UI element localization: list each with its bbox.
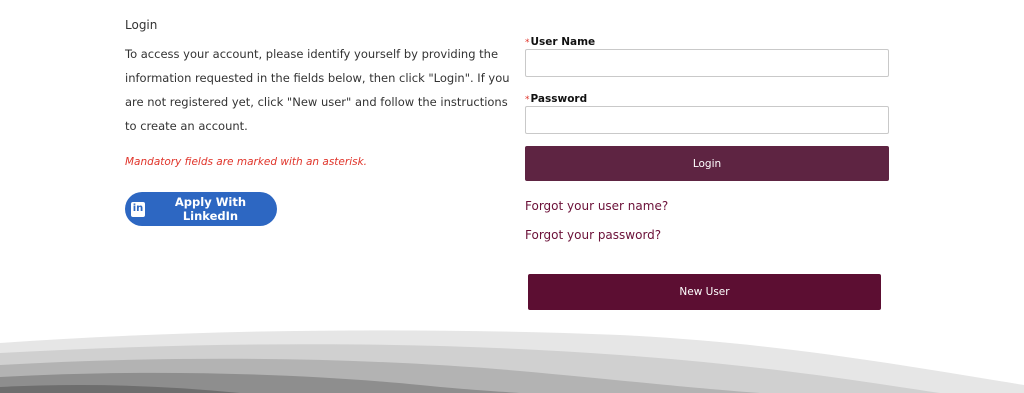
username-label-text: User Name <box>530 36 596 48</box>
login-page: Login To access your account, please ide… <box>0 0 1024 393</box>
required-asterisk: * <box>525 38 530 48</box>
forgot-password-link[interactable]: Forgot your password? <box>525 228 661 242</box>
mandatory-fields-note: Mandatory fields are marked with an aste… <box>125 156 368 168</box>
decorative-footer-waves <box>0 330 1024 393</box>
password-label-text: Password <box>530 93 588 105</box>
intro-paragraph: To access your account, please identify … <box>125 47 510 133</box>
required-asterisk: * <box>525 95 530 105</box>
linkedin-button-label: Apply With LinkedIn <box>174 195 247 223</box>
forgot-username-link[interactable]: Forgot your user name? <box>525 199 668 213</box>
username-input[interactable] <box>525 49 889 77</box>
password-label: *Password <box>525 93 587 105</box>
apply-with-linkedin-button[interactable]: in Apply With LinkedIn <box>125 192 277 226</box>
linkedin-icon: in <box>131 201 145 217</box>
username-label: *User Name <box>525 36 595 48</box>
login-button[interactable]: Login <box>525 146 889 181</box>
page-title: Login <box>125 18 158 32</box>
password-input[interactable] <box>525 106 889 134</box>
new-user-button[interactable]: New User <box>528 274 881 310</box>
